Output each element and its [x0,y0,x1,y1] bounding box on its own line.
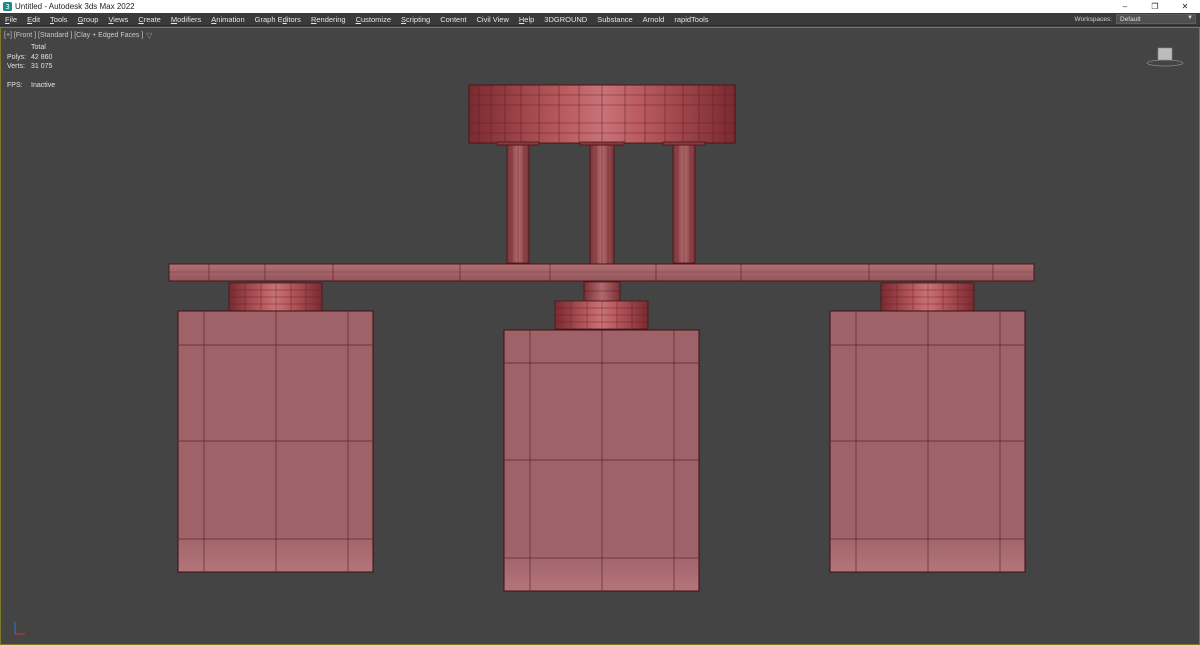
menu-3dground[interactable]: 3DGROUND [539,15,592,24]
menu-tools[interactable]: Tools [45,15,73,24]
scene-statistics: Total Polys: 42 860 Verts: 31 075 FPS: Inac… [7,43,55,90]
stats-header: Total [31,44,46,51]
menu-graph-editors[interactable]: Graph Editors [250,15,306,24]
lamp-shade-right[interactable] [829,310,1026,573]
lamp-shade-left[interactable] [177,310,374,573]
menu-file[interactable]: File [0,15,22,24]
menu-bar: File Edit Tools Group Views Create Modifiers An… [0,13,1200,26]
verts-label: Verts: [7,63,25,70]
menu-edit[interactable]: Edit [22,15,45,24]
polys-label: Polys: [7,53,27,61]
window-title: Untitled - Autodesk 3ds Max 2022 [15,2,135,11]
menu-rapidtools[interactable]: rapidTools [669,15,713,24]
fps-value: Inactive [31,81,56,89]
menu-rendering[interactable]: Rendering [306,15,351,24]
axis-tripod-icon [14,622,25,635]
chevron-down-icon: ▼ [1187,15,1193,21]
front-viewport[interactable]: [+] [Front ] [Standard ] [Clay + Edged F… [0,27,1200,645]
scene-render[interactable] [1,28,1199,644]
menu-customize[interactable]: Customize [351,15,396,24]
menu-content[interactable]: Content [435,15,471,24]
menu-items: File Edit Tools Group Views Create Modifiers An… [0,15,714,24]
horizontal-bar[interactable] [168,263,1035,282]
workspace-dropdown[interactable]: Default ▼ [1116,14,1196,24]
restore-button[interactable]: ❐ [1140,0,1170,13]
title-bar: 3 Untitled - Autodesk 3ds Max 2022 – ❐ ✕ [0,0,1200,13]
minimize-button[interactable]: – [1110,0,1140,13]
menu-scripting[interactable]: Scripting [396,15,435,24]
support-rods[interactable] [496,141,706,284]
viewcube-icon[interactable] [1145,44,1185,68]
menu-animation[interactable]: Animation [206,15,249,24]
fps-label: FPS: [7,81,23,89]
workspace-selector: Workspaces: Default ▼ [1075,14,1200,24]
menu-civil-view[interactable]: Civil View [471,15,513,24]
workspace-value: Default [1120,15,1141,23]
workspace-label: Workspaces: [1074,15,1112,23]
viewport-label-text[interactable]: [+] [Front ] [Standard ] [Clay + Edged F… [4,32,143,39]
menu-arnold[interactable]: Arnold [638,15,670,24]
close-button[interactable]: ✕ [1170,0,1200,13]
menu-substance[interactable]: Substance [592,15,637,24]
viewport-filter-icon[interactable]: ▽ [146,31,152,40]
polys-value: 42 860 [31,53,53,61]
menu-views[interactable]: Views [103,15,133,24]
menu-create[interactable]: Create [133,15,166,24]
svg-text:3: 3 [5,2,10,11]
menu-group[interactable]: Group [73,15,104,24]
verts-value: 31 075 [31,63,53,70]
menu-help[interactable]: Help [514,15,539,24]
ceiling-canopy[interactable] [468,84,736,144]
lamp-shade-center[interactable] [503,329,700,592]
center-connector[interactable] [583,281,621,302]
menu-modifiers[interactable]: Modifiers [166,15,206,24]
viewport-label[interactable]: [+] [Front ] [Standard ] [Clay + Edged F… [4,31,152,40]
app-icon: 3 [3,2,12,11]
